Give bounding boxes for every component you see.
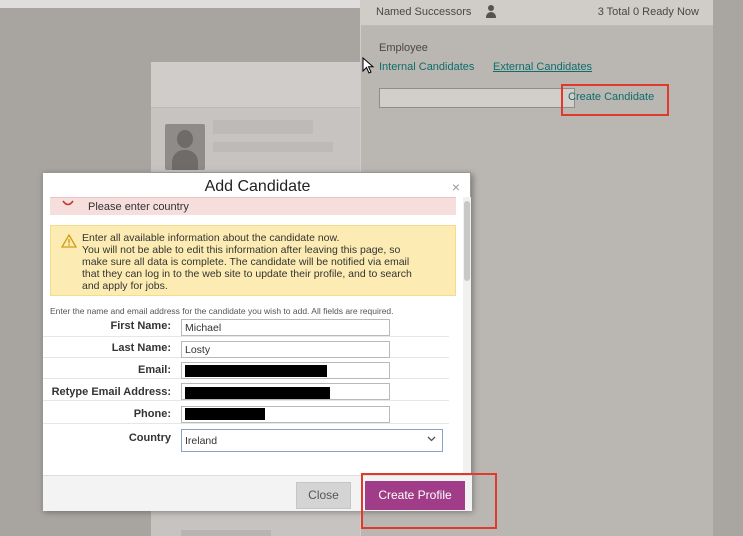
warning-line: You will not be able to edit this inform… — [82, 244, 401, 256]
redacted-email — [185, 365, 327, 377]
candidate-search-input[interactable] — [379, 88, 575, 108]
warning-line: Enter all available information about th… — [82, 232, 340, 244]
employee-label: Employee — [379, 42, 428, 54]
chevron-down-icon — [427, 436, 436, 442]
dialog-title: Add Candidate — [204, 178, 311, 195]
first-name-label: First Name: — [110, 320, 171, 332]
highlight-create-candidate — [561, 84, 669, 116]
blurred-name — [213, 120, 313, 134]
add-candidate-dialog: Add Candidate × Please enter country Ent… — [42, 172, 472, 511]
scrollbar-thumb[interactable] — [464, 201, 470, 281]
blurred-footer — [181, 530, 271, 536]
email-row: Email: — [43, 359, 449, 379]
phone-row: Phone: — [43, 402, 449, 424]
error-icon — [62, 200, 74, 206]
close-button[interactable]: Close — [296, 482, 351, 509]
country-select[interactable]: Ireland — [181, 429, 443, 452]
error-banner: Please enter country — [50, 197, 456, 215]
retype-email-label: Retype Email Address: — [51, 386, 171, 398]
warning-line: and apply for jobs. — [82, 280, 168, 292]
person-icon — [485, 5, 497, 19]
first-name-row: First Name: Michael — [43, 317, 449, 337]
successors-header: Named Successors 3 Total 0 Ready Now — [361, 0, 714, 26]
retype-email-row: Retype Email Address: — [43, 380, 449, 401]
last-name-field[interactable]: Losty — [181, 341, 390, 358]
mouse-cursor-icon — [362, 57, 375, 74]
warning-icon — [61, 234, 77, 248]
first-name-field[interactable]: Michael — [181, 319, 390, 336]
last-name-label: Last Name: — [111, 342, 171, 354]
country-row: Country Ireland — [43, 425, 449, 455]
form-instructions: Enter the name and email address for the… — [50, 306, 394, 316]
dialog-scrollbar[interactable] — [463, 197, 471, 473]
avatar — [165, 124, 205, 170]
close-icon[interactable]: × — [452, 179, 460, 195]
internal-candidates-link[interactable]: Internal Candidates — [379, 61, 474, 73]
blurred-detail — [213, 142, 333, 152]
country-label: Country — [128, 432, 171, 444]
redacted-retype-email — [185, 387, 330, 399]
email-label: Email: — [137, 364, 171, 376]
external-candidates-link[interactable]: External Candidates — [493, 61, 592, 73]
right-edge — [713, 0, 743, 536]
error-message: Please enter country — [88, 201, 189, 213]
dialog-content[interactable]: Please enter country Enter all available… — [43, 197, 463, 473]
background-card-header — [151, 62, 361, 108]
warning-box: Enter all available information about th… — [50, 225, 456, 296]
last-name-row: Last Name: Losty — [43, 338, 449, 358]
named-successors-label: Named Successors — [376, 6, 472, 18]
highlight-create-profile — [361, 473, 497, 529]
warning-text: Enter all available information about th… — [82, 232, 452, 292]
phone-label: Phone: — [133, 408, 171, 420]
country-value: Ireland — [185, 435, 218, 447]
warning-line: make sure all data is complete. The cand… — [82, 256, 410, 268]
successor-counts: 3 Total 0 Ready Now — [597, 6, 699, 18]
warning-line: that they can log in to the web site to … — [82, 268, 412, 280]
redacted-phone — [185, 408, 265, 420]
